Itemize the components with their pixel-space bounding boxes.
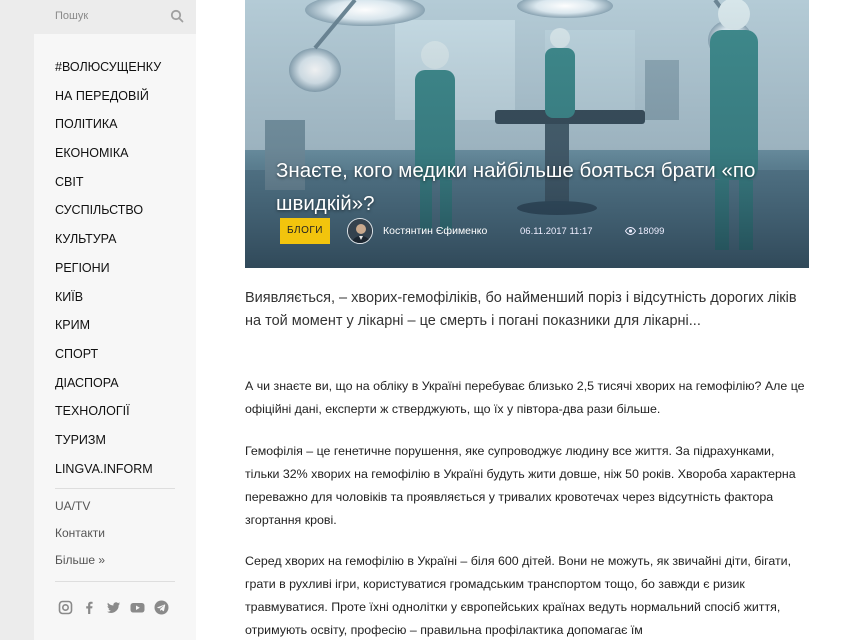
nav-item-turyzm[interactable]: ТУРИЗМ bbox=[55, 431, 200, 460]
nav-item-krym[interactable]: КРИМ bbox=[55, 316, 200, 345]
article: Знаєте, кого медики найбільше бояться бр… bbox=[245, 0, 809, 637]
facebook-icon[interactable] bbox=[82, 600, 97, 615]
nav-item-svit[interactable]: СВІТ bbox=[55, 173, 200, 202]
nav-item-sport[interactable]: СПОРТ bbox=[55, 345, 200, 374]
nav-item-tekhnolohii[interactable]: ТЕХНОЛОГІЇ bbox=[55, 402, 200, 431]
youtube-icon[interactable] bbox=[130, 600, 145, 615]
nav-item-na-peredovii[interactable]: НА ПЕРЕДОВІЙ bbox=[55, 87, 200, 116]
nav-item-polityka[interactable]: ПОЛІТИКА bbox=[55, 115, 200, 144]
search-box bbox=[34, 0, 196, 34]
search-input[interactable] bbox=[55, 8, 165, 24]
article-paragraph: Гемофілія – це генетичне порушення, яке … bbox=[245, 444, 796, 527]
nav-item-kultura[interactable]: КУЛЬТУРА bbox=[55, 230, 200, 259]
sidebar: #ВОЛЮСУЩЕНКУ НА ПЕРЕДОВІЙ ПОЛІТИКА ЕКОНО… bbox=[34, 0, 196, 640]
nav-item-lingva-inform[interactable]: LINGVA.INFORM bbox=[55, 460, 200, 489]
nav-item-kyiv[interactable]: КИЇВ bbox=[55, 288, 200, 317]
author-avatar[interactable] bbox=[347, 218, 373, 244]
nav-item-rehiony[interactable]: РЕГІОНИ bbox=[55, 259, 200, 288]
sidebar-divider bbox=[55, 488, 175, 489]
article-paragraph: А чи знаєте ви, що на обліку в Україні п… bbox=[245, 379, 805, 416]
telegram-icon[interactable] bbox=[154, 600, 169, 615]
instagram-icon[interactable] bbox=[58, 600, 73, 615]
article-meta: БЛОГИ Костянтин Єфименко 06.11.2017 11:1… bbox=[280, 218, 780, 244]
link-more[interactable]: Більше » bbox=[55, 551, 185, 578]
social-links bbox=[58, 600, 169, 615]
secondary-nav: UA/TV Контакти Більше » bbox=[55, 497, 185, 578]
sidebar-divider bbox=[55, 581, 175, 582]
left-gutter bbox=[0, 0, 34, 640]
article-lead: Виявляється, – хворих-гемофіліків, бо на… bbox=[245, 290, 797, 329]
main-nav: #ВОЛЮСУЩЕНКУ НА ПЕРЕДОВІЙ ПОЛІТИКА ЕКОНО… bbox=[55, 58, 200, 488]
hero-image[interactable]: Знаєте, кого медики найбільше бояться бр… bbox=[245, 0, 809, 268]
view-count: 18099 bbox=[624, 226, 665, 237]
author-name[interactable]: Костянтин Єфименко bbox=[383, 225, 487, 237]
link-ua-tv[interactable]: UA/TV bbox=[55, 497, 185, 524]
nav-item-suspilstvo[interactable]: СУСПІЛЬСТВО bbox=[55, 201, 200, 230]
search-icon[interactable] bbox=[170, 9, 184, 23]
eye-icon bbox=[624, 226, 637, 236]
nav-item-volyusushchenku[interactable]: #ВОЛЮСУЩЕНКУ bbox=[55, 58, 200, 87]
nav-item-ekonomika[interactable]: ЕКОНОМІКА bbox=[55, 144, 200, 173]
article-paragraph: Серед хворих на гемофілію в Україні – бі… bbox=[245, 554, 792, 637]
article-date: 06.11.2017 11:17 bbox=[520, 226, 593, 237]
nav-item-diaspora[interactable]: ДІАСПОРА bbox=[55, 374, 200, 403]
twitter-icon[interactable] bbox=[106, 600, 121, 615]
link-contacts[interactable]: Контакти bbox=[55, 524, 185, 551]
category-badge[interactable]: БЛОГИ bbox=[280, 218, 330, 244]
view-count-value: 18099 bbox=[638, 226, 665, 237]
article-title[interactable]: Знаєте, кого медики найбільше бояться бр… bbox=[276, 154, 756, 220]
